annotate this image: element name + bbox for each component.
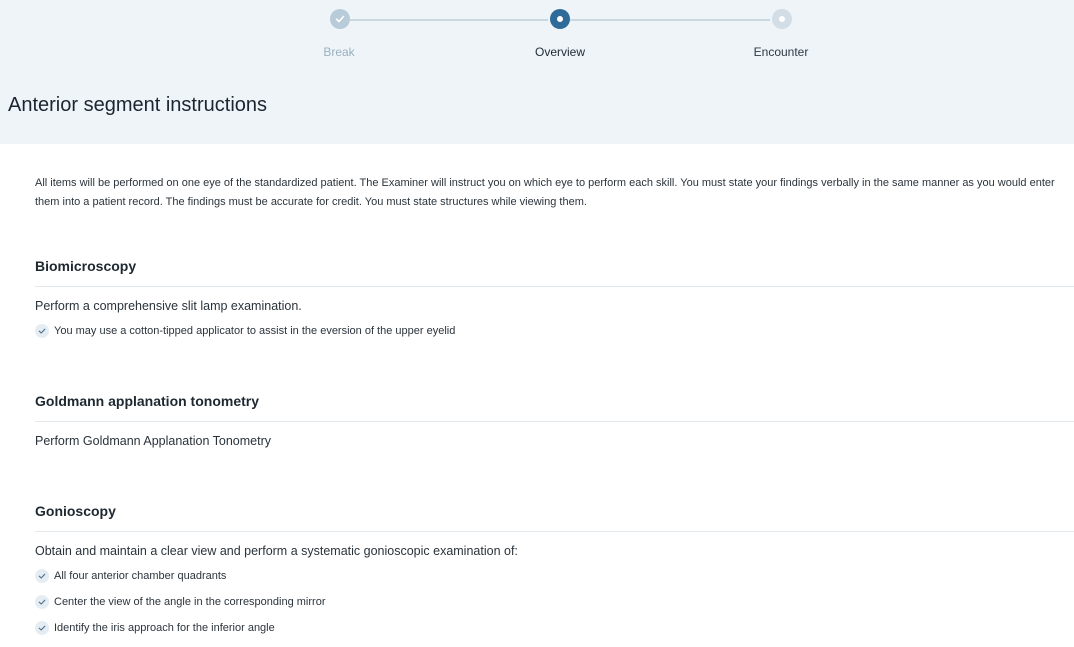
section-divider bbox=[35, 421, 1074, 422]
section-goldmann-tonometry: Goldmann applanation tonometry Perform G… bbox=[35, 393, 1074, 448]
step-encounter-indicator bbox=[772, 9, 792, 29]
step-label-overview: Overview bbox=[534, 45, 585, 59]
check-circle-icon bbox=[35, 621, 49, 635]
dot-icon bbox=[557, 16, 563, 22]
step-break-indicator bbox=[330, 9, 350, 29]
section-divider bbox=[35, 286, 1074, 287]
list-item: Center the view of the angle in the corr… bbox=[35, 595, 1074, 621]
check-list: All four anterior chamber quadrants Cent… bbox=[35, 569, 1074, 647]
check-circle-icon bbox=[35, 324, 49, 338]
section-gonioscopy: Gonioscopy Obtain and maintain a clear v… bbox=[35, 503, 1074, 647]
progress-stepper: Break Overview Encounter bbox=[0, 0, 1074, 70]
stepper-connector-1 bbox=[350, 19, 548, 21]
section-description: Perform a comprehensive slit lamp examin… bbox=[35, 299, 302, 313]
section-divider bbox=[35, 531, 1074, 532]
section-title: Gonioscopy bbox=[35, 503, 116, 519]
list-item: Identify the iris approach for the infer… bbox=[35, 621, 1074, 647]
list-item: All four anterior chamber quadrants bbox=[35, 569, 1074, 595]
check-circle-icon bbox=[35, 569, 49, 583]
page-title: Anterior segment instructions bbox=[8, 94, 268, 116]
step-label-encounter: Encounter bbox=[753, 45, 809, 59]
list-item-text: You may use a cotton-tipped applicator t… bbox=[54, 325, 456, 337]
list-item-text: All four anterior chamber quadrants bbox=[54, 570, 227, 582]
check-list: You may use a cotton-tipped applicator t… bbox=[35, 324, 1074, 350]
page-header: Break Overview Encounter Anterior segmen… bbox=[0, 0, 1074, 144]
section-title: Biomicroscopy bbox=[35, 258, 137, 274]
list-item: You may use a cotton-tipped applicator t… bbox=[35, 324, 1074, 350]
section-title: Goldmann applanation tonometry bbox=[35, 393, 260, 409]
check-icon bbox=[335, 15, 345, 23]
check-circle-icon bbox=[35, 595, 49, 609]
section-description: Obtain and maintain a clear view and per… bbox=[35, 544, 518, 558]
instructions-intro: All items will be performed on one eye o… bbox=[35, 177, 1055, 208]
list-item-text: Center the view of the angle in the corr… bbox=[54, 596, 326, 608]
list-item-text: Identify the iris approach for the infer… bbox=[54, 622, 275, 634]
step-overview-indicator bbox=[550, 9, 570, 29]
stepper-connector-2 bbox=[570, 19, 770, 21]
step-label-break: Break bbox=[323, 45, 355, 59]
section-biomicroscopy: Biomicroscopy Perform a comprehensive sl… bbox=[35, 258, 1074, 350]
dot-icon bbox=[779, 16, 785, 22]
section-description: Perform Goldmann Applanation Tonometry bbox=[35, 434, 272, 448]
